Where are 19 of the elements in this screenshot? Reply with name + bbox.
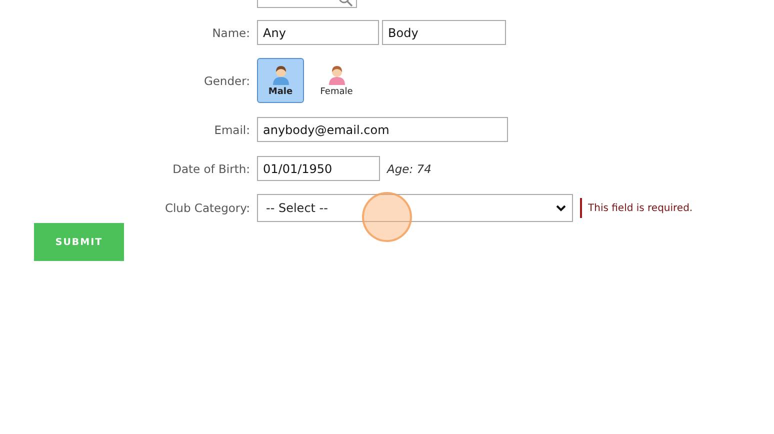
email-field[interactable]: anybody@email.com (257, 117, 508, 142)
person-icon (270, 64, 290, 84)
category-dropdown[interactable]: -- Select -- (257, 194, 573, 222)
date-field[interactable]: 01/01/1950 (257, 156, 380, 181)
last-name-field[interactable]: Body (382, 20, 506, 45)
field-label: Email: (214, 122, 250, 136)
field-label: Name: (212, 26, 250, 40)
click-indicator (362, 192, 412, 242)
gender-option[interactable]: Male (257, 58, 304, 103)
field-label: Date of Birth: (172, 162, 250, 176)
field-label: Club Category: (164, 201, 250, 215)
age-text: Age: 74 (387, 162, 432, 176)
gender-option[interactable]: Female (313, 58, 360, 103)
field-label: Gender: (204, 74, 250, 88)
chevron-down-icon (556, 204, 566, 212)
first-name-field[interactable]: Any (257, 20, 379, 45)
search-icon (338, 0, 354, 7)
error-message: This field is required. (580, 198, 693, 218)
person-icon (326, 64, 346, 84)
